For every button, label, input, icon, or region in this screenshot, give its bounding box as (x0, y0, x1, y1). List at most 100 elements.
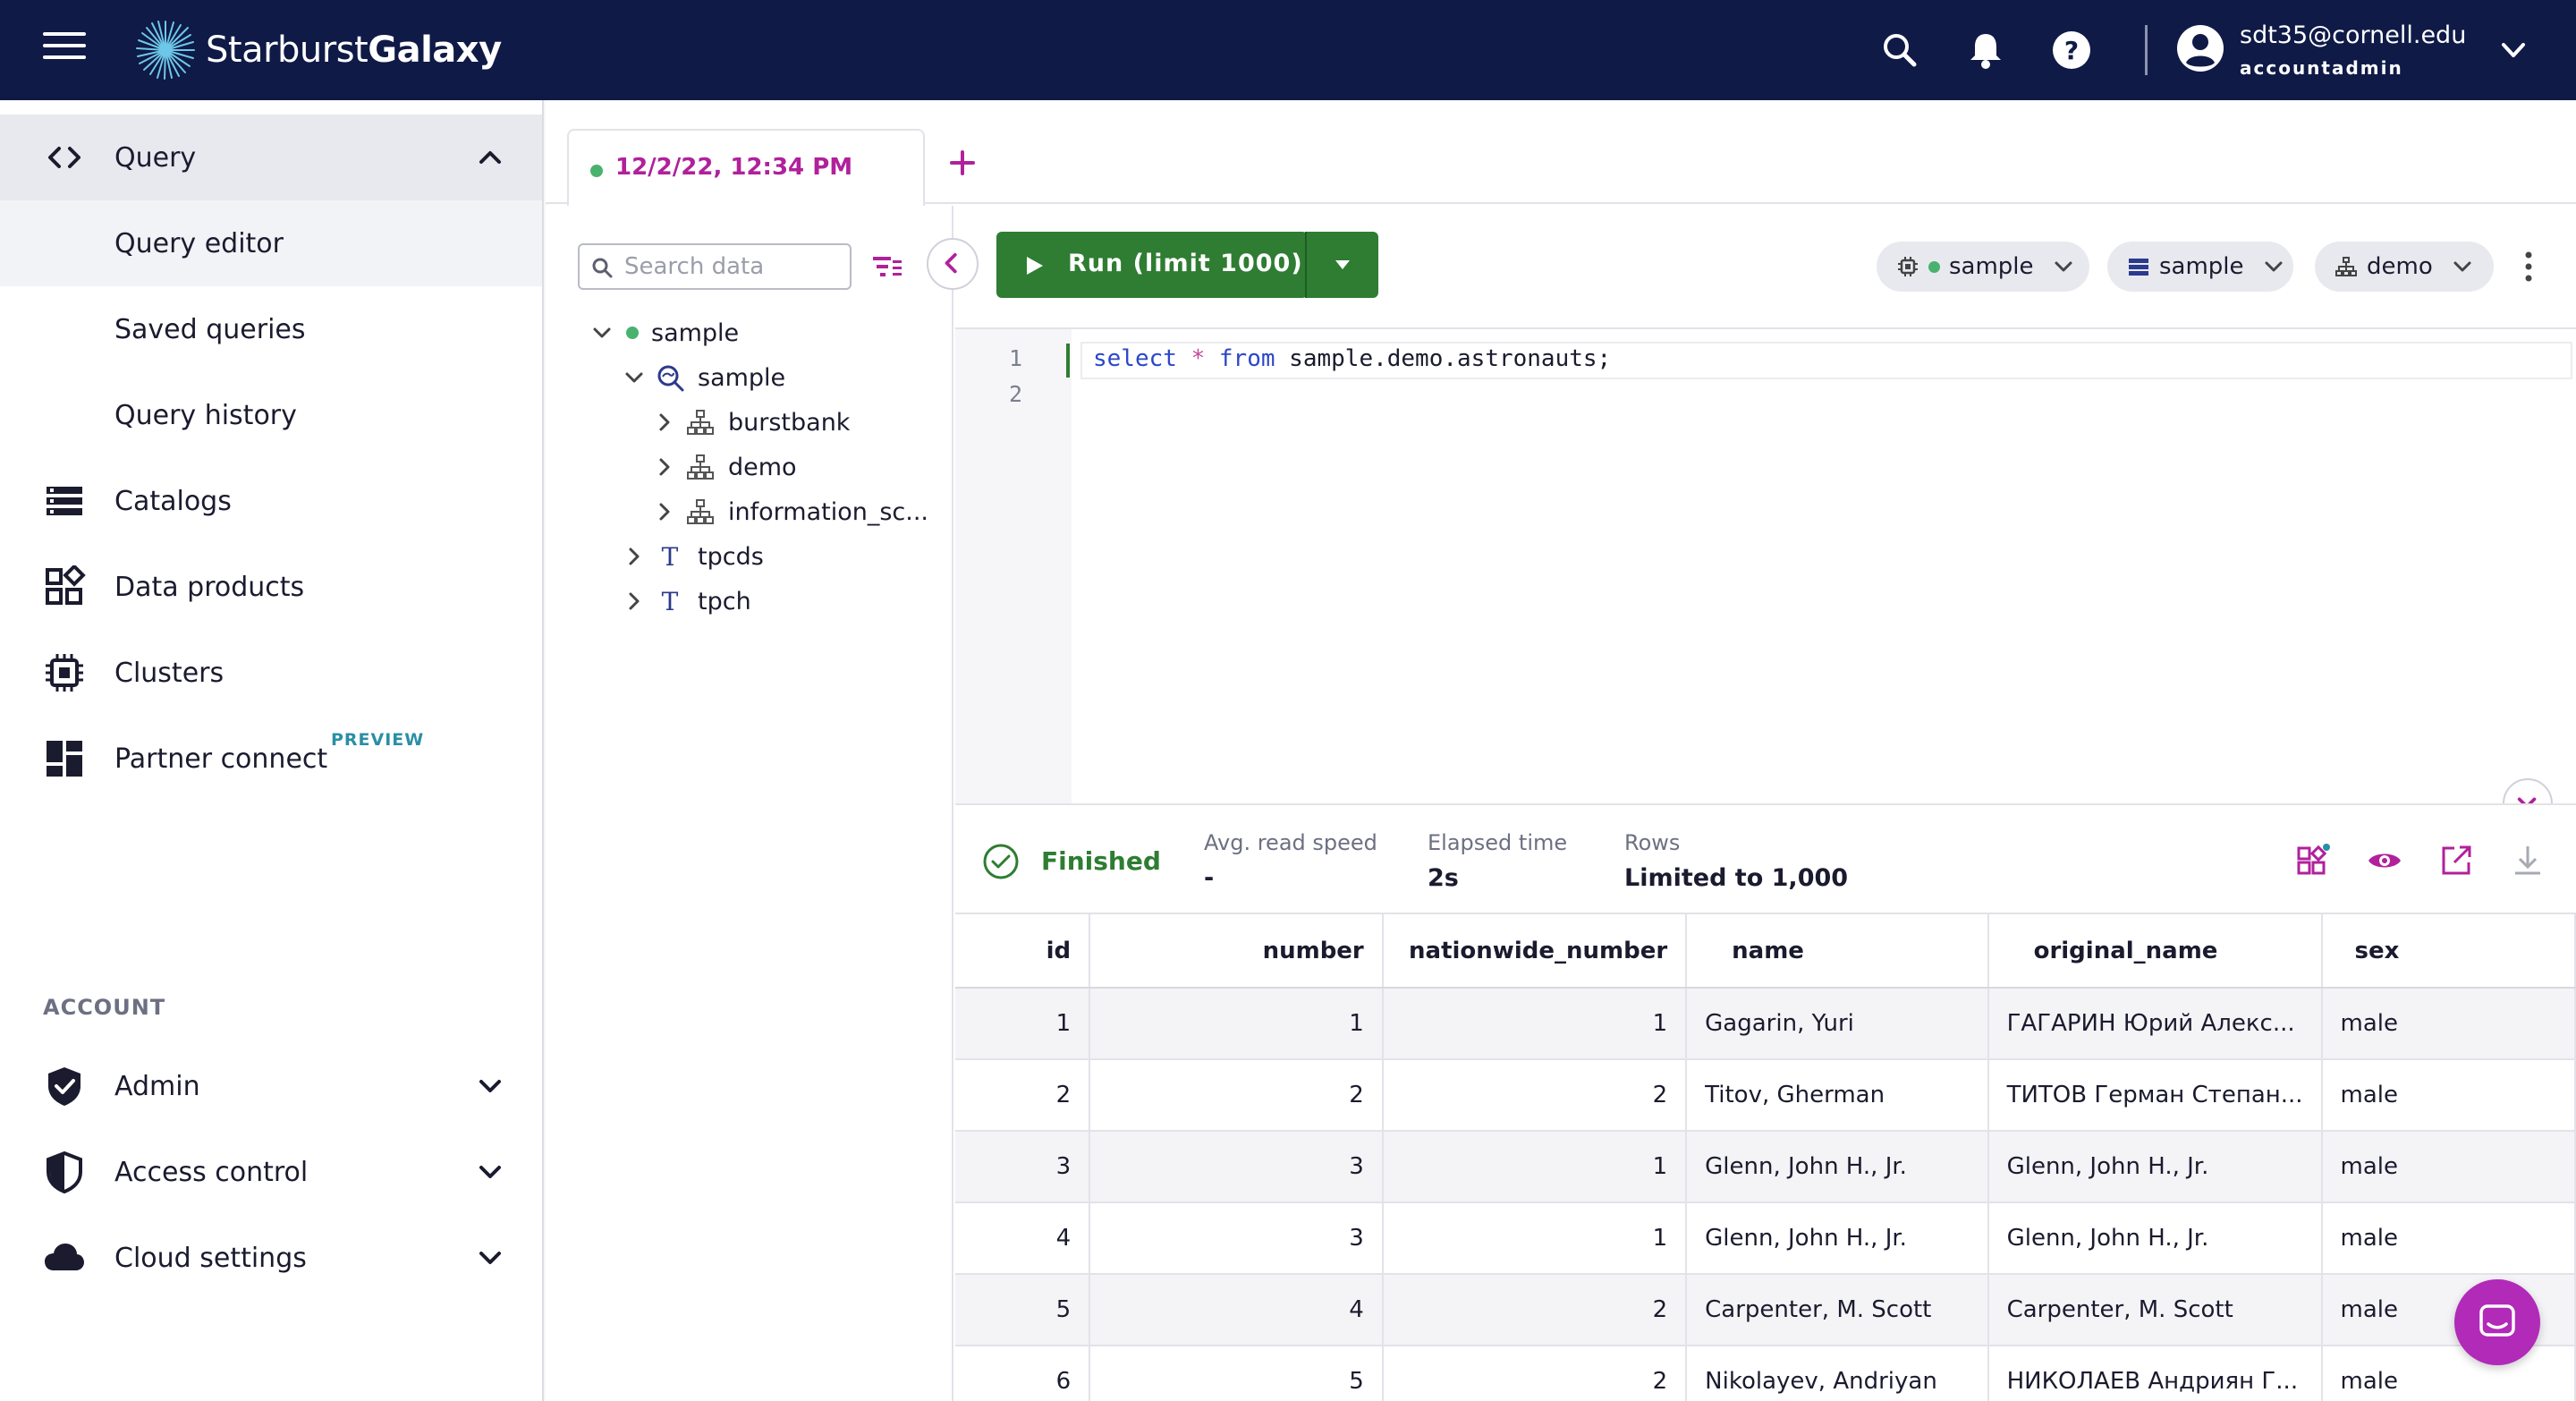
starburst-logo[interactable]: StarburstGalaxy (134, 18, 502, 82)
table-cell[interactable]: 2 (1382, 1274, 1688, 1346)
sql-editor[interactable]: 1 2 select * from sample.demo.astronauts… (955, 327, 2576, 805)
table-cell[interactable]: Nikolayev, Andriyan (1686, 1346, 1989, 1401)
help-icon[interactable]: ? (2048, 27, 2095, 73)
table-cell[interactable]: male (2321, 1202, 2576, 1275)
results-status-bar: Finished Avg. read speed - Elapsed time … (955, 803, 2576, 913)
search-data-field[interactable] (578, 243, 852, 290)
table-cell[interactable]: 1 (1382, 988, 1688, 1060)
more-options-icon[interactable] (2515, 249, 2542, 284)
tree-node-tpcds[interactable]: T tpcds (623, 537, 764, 576)
sidebar-item-query[interactable]: Query (0, 115, 542, 200)
table-cell[interactable]: 5 (955, 1274, 1091, 1346)
table-cell[interactable]: ТИТОВ Герман Степан... (1987, 1059, 2323, 1132)
query-tab[interactable]: 12/2/22, 12:34 PM (567, 129, 925, 206)
table-cell[interactable]: Carpenter, M. Scott (1686, 1274, 1989, 1346)
eye-icon[interactable] (2367, 843, 2402, 879)
column-header-name[interactable]: name (1686, 914, 1989, 989)
catalog-selector-label: sample (2159, 253, 2244, 280)
table-cell[interactable]: 4 (955, 1202, 1091, 1275)
play-icon (1027, 257, 1043, 275)
cluster-selector[interactable]: sample (1877, 242, 2089, 292)
search-icon[interactable] (1877, 27, 1923, 73)
sidebar-item-query-history[interactable]: Query history (0, 372, 542, 458)
table-cell[interactable]: 1 (955, 988, 1091, 1060)
sidebar-item-access-control[interactable]: Access control (0, 1129, 542, 1215)
table-cell[interactable]: 2 (1089, 1059, 1384, 1132)
search-data-input[interactable] (624, 250, 844, 283)
chevron-down-icon[interactable] (2496, 34, 2531, 66)
column-header-nationwide-number[interactable]: nationwide_number (1382, 914, 1688, 989)
table-cell[interactable]: Glenn, John H., Jr. (1987, 1131, 2323, 1203)
table-cell[interactable]: Gagarin, Yuri (1686, 988, 1989, 1060)
cluster-icon (46, 654, 83, 692)
table-cell[interactable]: 4 (1089, 1274, 1384, 1346)
tree-node-burstbank[interactable]: burstbank (653, 403, 850, 442)
add-tab-plus-icon[interactable] (945, 145, 980, 181)
stat-label-rows: Rows (1624, 830, 1681, 855)
table-cell[interactable]: 1 (1089, 988, 1384, 1060)
code-line-1[interactable]: select * from sample.demo.astronauts; (1093, 345, 1611, 372)
table-cell[interactable]: 3 (1089, 1202, 1384, 1275)
column-header-id[interactable]: id (955, 914, 1091, 989)
table-cell[interactable]: Carpenter, M. Scott (1987, 1274, 2323, 1346)
catalog-icon (47, 487, 82, 515)
chat-support-icon[interactable] (2454, 1279, 2540, 1365)
tree-node-catalog-sample[interactable]: sample (590, 313, 739, 352)
sidebar-item-catalogs[interactable]: Catalogs (0, 458, 542, 544)
sidebar-item-partner-connect[interactable]: Partner connect PREVIEW (0, 716, 542, 802)
table-cell[interactable]: 2 (1382, 1059, 1688, 1132)
table-cell[interactable]: 2 (1382, 1346, 1688, 1401)
sidebar-item-clusters[interactable]: Clusters (0, 630, 542, 716)
table-cell[interactable]: 6 (955, 1346, 1091, 1401)
catalog-selector[interactable]: sample (2107, 242, 2293, 292)
table-row: 5 4 2 Carpenter, M. Scott Carpenter, M. … (955, 1274, 2576, 1346)
chevron-right-icon (629, 548, 640, 565)
sidebar-item-data-products[interactable]: Data products (0, 544, 542, 630)
logo-text: StarburstGalaxy (206, 30, 502, 71)
collapse-panel-chevron-left-icon[interactable] (927, 238, 979, 290)
table-cell[interactable]: male (2321, 988, 2576, 1060)
tree-node-tpch[interactable]: T tpch (623, 582, 751, 621)
tree-node-information-schema[interactable]: information_sc... (653, 492, 928, 531)
table-cell[interactable]: male (2321, 1131, 2576, 1203)
bell-icon[interactable] (1962, 27, 2009, 73)
sidebar-item-query-editor[interactable]: Query editor (0, 200, 542, 286)
create-data-product-icon[interactable] (2295, 843, 2331, 879)
filter-icon[interactable] (869, 249, 905, 284)
open-external-icon[interactable] (2438, 843, 2474, 879)
sidebar-item-admin[interactable]: Admin (0, 1043, 542, 1129)
table-cell[interactable]: Titov, Gherman (1686, 1059, 1989, 1132)
tree-node-sample[interactable]: sample (623, 358, 785, 397)
table-cell[interactable]: ГАГАРИН Юрий Алекс... (1987, 988, 2323, 1060)
user-email[interactable]: sdt35@cornell.edu (2240, 21, 2466, 49)
table-cell[interactable]: 1 (1382, 1131, 1688, 1203)
table-cell[interactable]: 2 (955, 1059, 1091, 1132)
sidebar-item-cloud-settings[interactable]: Cloud settings (0, 1215, 542, 1301)
partner-icon (47, 741, 82, 777)
results-table-container[interactable]: id number nationwide_number name origina… (955, 913, 2576, 1401)
sidebar-item-saved-queries[interactable]: Saved queries (0, 286, 542, 372)
schema-selector[interactable]: demo (2315, 242, 2494, 292)
column-header-number[interactable]: number (1089, 914, 1384, 989)
run-button[interactable]: Run (limit 1000) (996, 232, 1308, 298)
column-header-sex[interactable]: sex (2321, 914, 2576, 989)
table-cell[interactable]: male (2321, 1346, 2576, 1401)
table-cell[interactable]: male (2321, 1059, 2576, 1132)
table-cell[interactable]: 3 (1089, 1131, 1384, 1203)
tree-node-demo[interactable]: demo (653, 447, 797, 487)
table-cell[interactable]: Glenn, John H., Jr. (1686, 1202, 1989, 1275)
table-cell[interactable]: 1 (1382, 1202, 1688, 1275)
run-options-dropdown[interactable] (1307, 232, 1378, 298)
tree-node-label: information_sc... (728, 497, 928, 526)
table-cell[interactable]: 3 (955, 1131, 1091, 1203)
user-avatar-icon[interactable] (2175, 23, 2225, 73)
hamburger-menu-icon[interactable] (43, 32, 86, 68)
table-cell[interactable]: Glenn, John H., Jr. (1987, 1202, 2323, 1275)
table-cell[interactable]: 5 (1089, 1346, 1384, 1401)
chevron-up-icon (479, 151, 501, 164)
column-header-original-name[interactable]: original_name (1987, 914, 2323, 989)
download-icon[interactable] (2510, 843, 2546, 879)
table-cell[interactable]: НИКОЛАЕВ Андриян Г... (1987, 1346, 2323, 1401)
query-status: Finished (1041, 846, 1161, 876)
table-cell[interactable]: Glenn, John H., Jr. (1686, 1131, 1989, 1203)
